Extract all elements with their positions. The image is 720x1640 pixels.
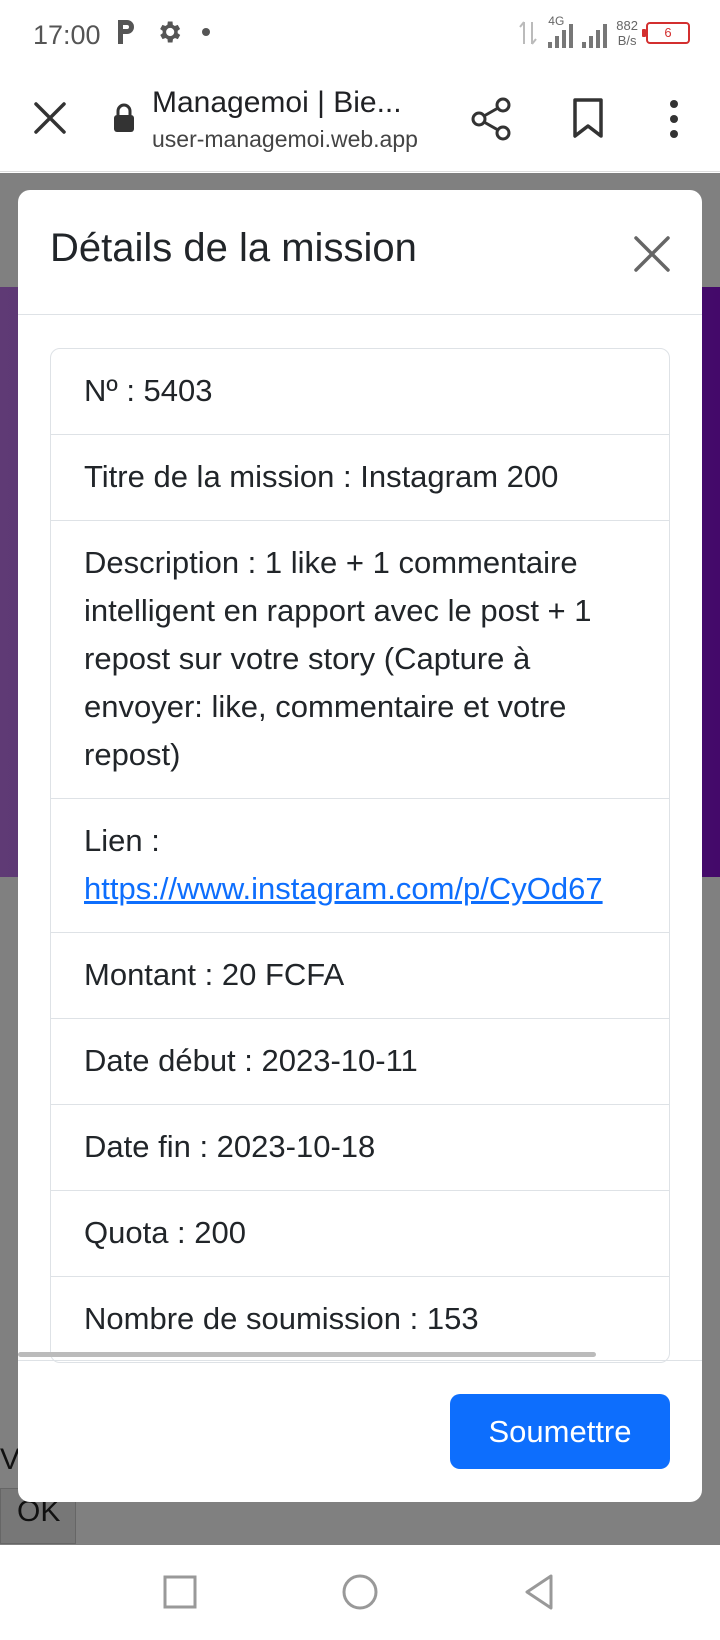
page-title[interactable]: Managemoi | Bie... [152, 86, 402, 120]
data-transfer-icon [519, 21, 538, 45]
detail-submission-count: Nombre de soumission : 153 [51, 1276, 669, 1362]
mission-details-list: Nº : 5403 Titre de la mission : Instagra… [50, 348, 670, 1363]
browser-toolbar: Managemoi | Bie... user-managemoi.web.ap… [0, 72, 720, 172]
close-tab-icon[interactable] [28, 96, 72, 140]
more-options-icon[interactable] [660, 96, 688, 142]
network-speed: 882 B/s [616, 18, 638, 48]
settings-gear-icon [160, 21, 181, 43]
detail-mission-title: Titre de la mission : Instagram 200 [51, 434, 669, 520]
battery-level: 6 [664, 25, 672, 40]
signal-strength-icon: 4G [546, 14, 608, 50]
detail-link: Lien : https://www.instagram.com/p/CyOd6… [51, 798, 669, 932]
home-icon[interactable] [335, 1567, 385, 1617]
recent-apps-icon[interactable] [155, 1567, 205, 1617]
detail-description: Description : 1 like + 1 commentaire int… [51, 520, 669, 798]
close-icon[interactable] [632, 234, 672, 274]
detail-amount: Montant : 20 FCFA [51, 932, 669, 1018]
status-right-group: 4G 882 B/s 6 [518, 14, 690, 50]
parking-app-icon [118, 20, 134, 44]
bookmark-icon[interactable] [570, 96, 606, 140]
detail-start-date: Date début : 2023-10-11 [51, 1018, 669, 1104]
mission-details-modal: Détails de la mission Nº : 5403 Titre de… [18, 190, 702, 1502]
network-speed-unit: B/s [617, 33, 637, 48]
status-bar: 17:00 4G 882 B/s 6 [0, 0, 720, 72]
status-notification-icons [115, 18, 211, 46]
background-page-text: V [0, 1443, 21, 1476]
battery-icon: 6 [642, 22, 690, 44]
modal-header: Détails de la mission [18, 190, 702, 315]
submit-button[interactable]: Soumettre [450, 1394, 670, 1469]
system-navigation-bar [0, 1545, 720, 1640]
status-time: 17:00 [33, 20, 101, 50]
lock-icon [114, 103, 134, 132]
share-icon[interactable] [470, 96, 514, 142]
detail-number: Nº : 5403 [84, 373, 213, 408]
detail-link-label: Lien : [84, 823, 160, 858]
page-url[interactable]: user-managemoi.web.app [152, 126, 418, 153]
horizontal-scrollbar[interactable] [18, 1352, 596, 1357]
detail-end-date: Date fin : 2023-10-18 [51, 1104, 669, 1190]
mission-link[interactable]: https://www.instagram.com/p/CyOd67 [84, 871, 603, 906]
network-speed-value: 882 [616, 18, 638, 33]
modal-title: Détails de la mission [50, 226, 417, 270]
notification-dot-icon [202, 28, 210, 36]
detail-quota: Quota : 200 [51, 1190, 669, 1276]
modal-footer: Soumettre [18, 1360, 702, 1502]
back-icon[interactable] [515, 1567, 565, 1617]
